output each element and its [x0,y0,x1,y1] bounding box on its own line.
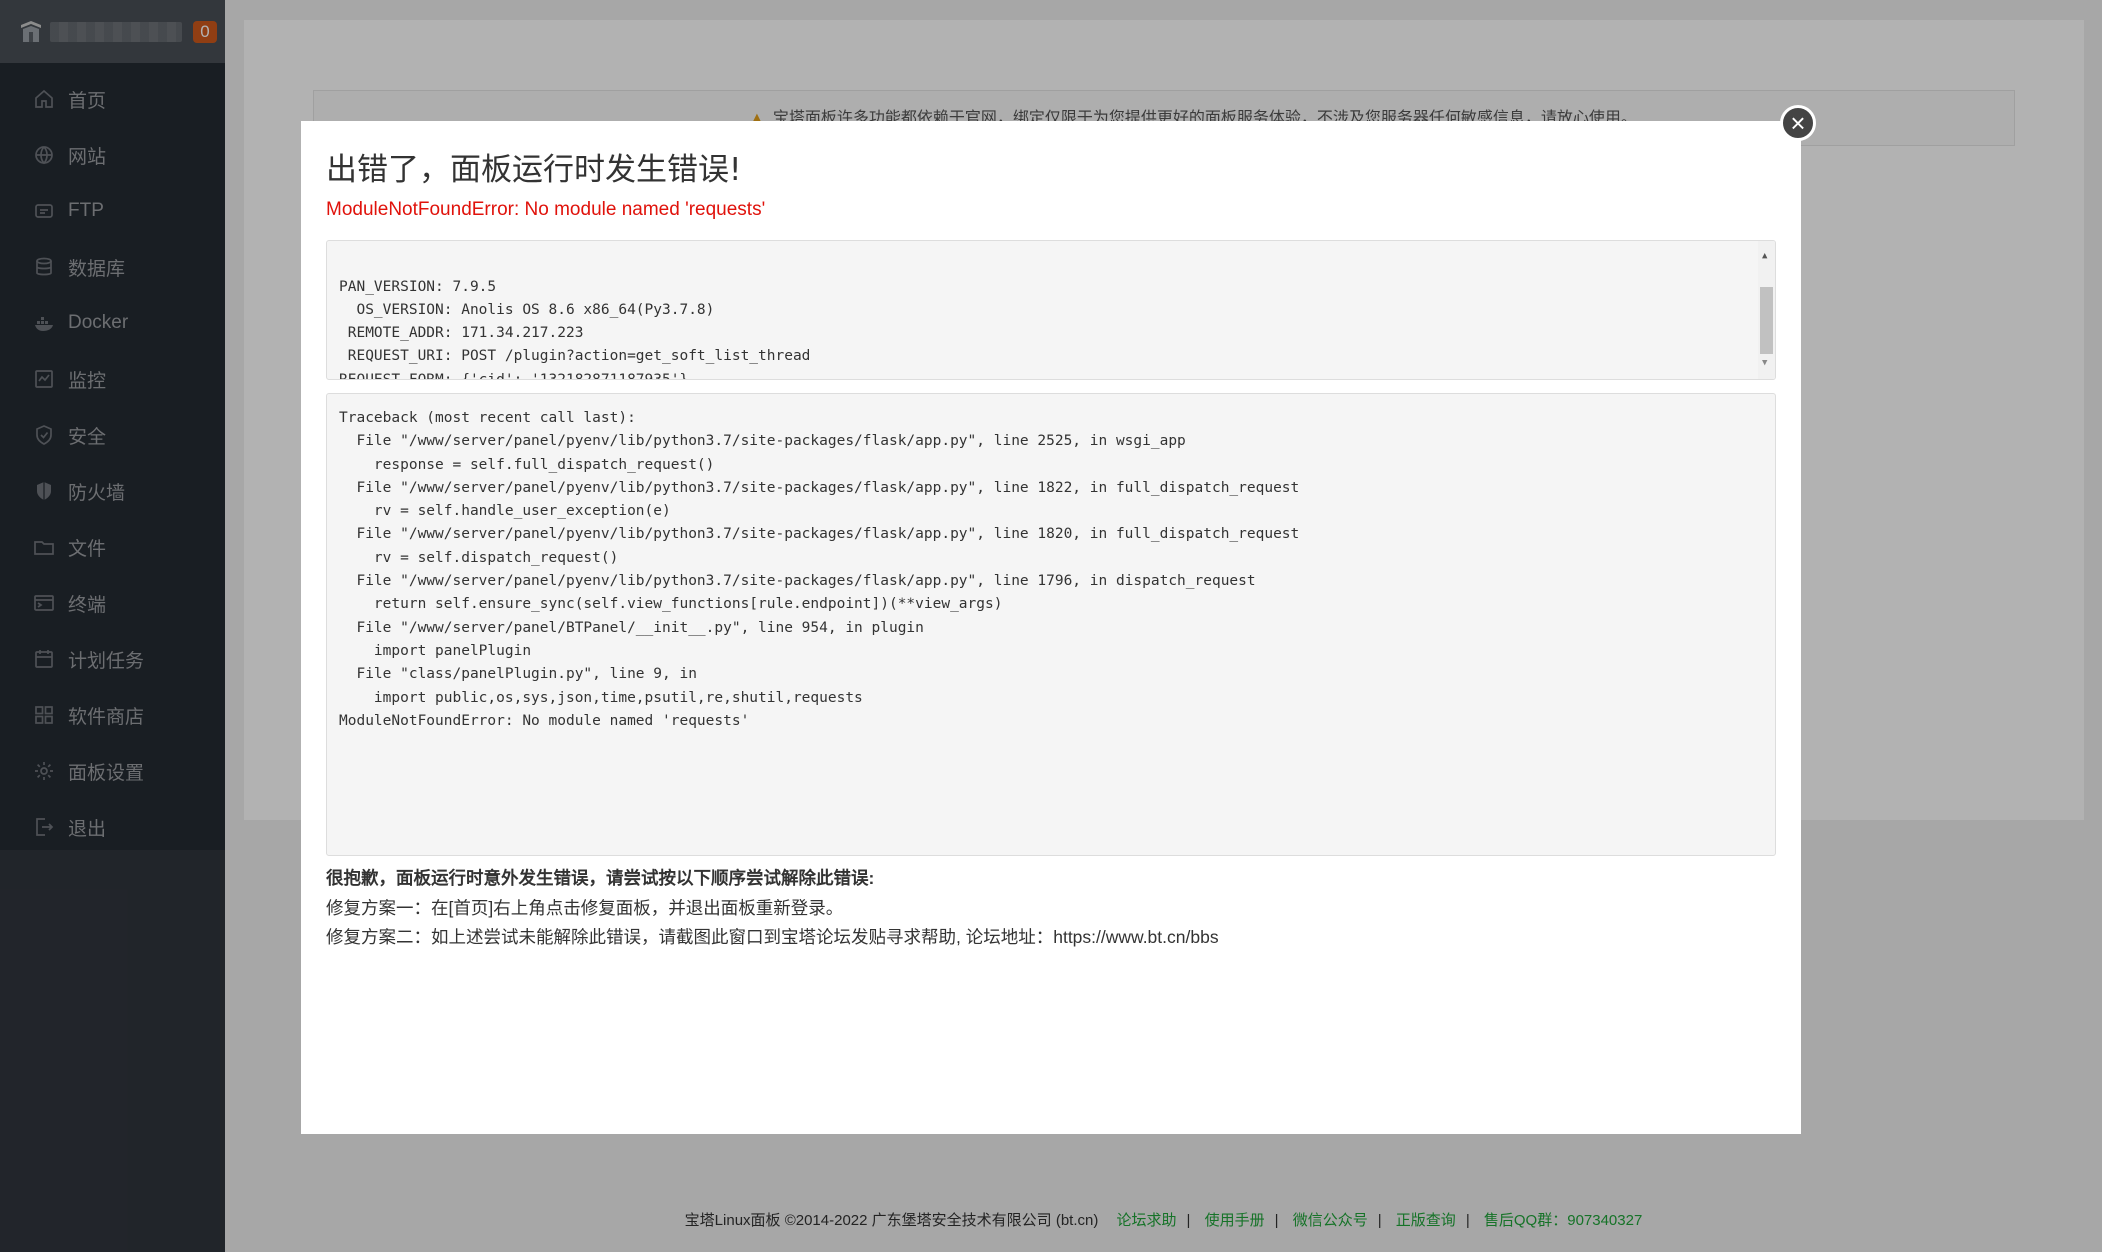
scrollbar[interactable]: ▲ ▼ [1758,241,1775,379]
close-icon[interactable]: × [1780,105,1816,141]
error-dialog: 出错了，面板运行时发生错误! ModuleNotFoundError: No m… [301,121,1801,1134]
fix-option-2: 修复方案二：如上述尝试未能解除此错误，请截图此窗口到宝塔论坛发贴寻求帮助, 论坛… [326,927,1219,947]
traceback-box: Traceback (most recent call last): File … [326,393,1776,856]
scroll-down-arrow-icon[interactable]: ▼ [1762,352,1767,375]
error-message: ModuleNotFoundError: No module named 're… [326,199,766,220]
fix-tips: 很抱歉，面板运行时意外发生错误，请尝试按以下顺序尝试解除此错误: 修复方案一：在… [326,864,1776,953]
fix-option-1: 修复方案一：在[首页]右上角点击修复面板，并退出面板重新登录。 [326,897,844,918]
request-info-text: PAN_VERSION: 7.9.5 OS_VERSION: Anolis OS… [339,278,811,380]
request-info-box: PAN_VERSION: 7.9.5 OS_VERSION: Anolis OS… [326,240,1776,380]
scroll-up-arrow-icon[interactable]: ▲ [1762,245,1767,268]
dialog-title: 出错了，面板运行时发生错误! [326,152,742,188]
tips-heading: 很抱歉，面板运行时意外发生错误，请尝试按以下顺序尝试解除此错误: [326,868,875,888]
scrollbar-thumb[interactable] [1760,287,1773,354]
